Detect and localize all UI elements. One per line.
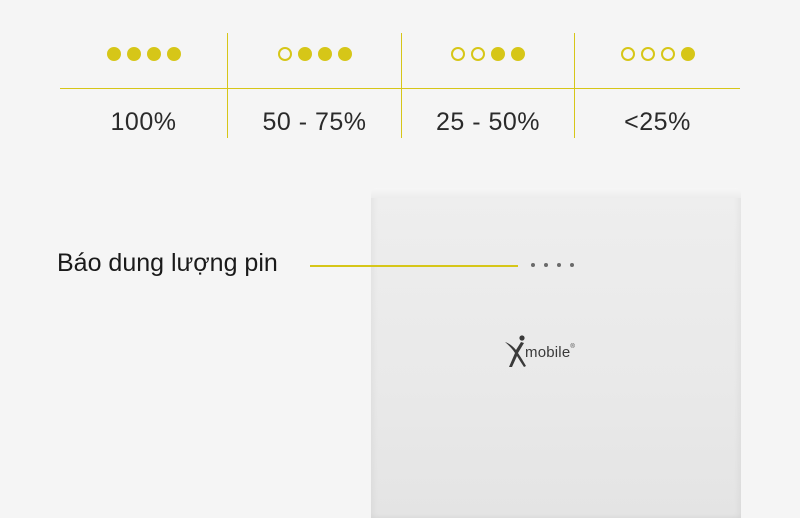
level-label: 25 - 50%	[435, 108, 541, 136]
level-label: 100%	[110, 108, 177, 136]
level-label: <25%	[624, 108, 691, 136]
indicator-dot-filled	[166, 47, 181, 61]
indicator-dots	[60, 47, 227, 61]
indicator-dot-filled	[337, 47, 352, 61]
indicator-led	[531, 263, 535, 267]
indicator-dot-empty	[277, 47, 292, 61]
brand-x-mark-icon	[505, 335, 526, 367]
indicator-dot-filled	[106, 47, 121, 61]
indicator-dots	[402, 47, 574, 61]
indicator-dot-filled	[146, 47, 161, 61]
level-label: 50 - 75%	[262, 108, 367, 136]
indicator-dots	[575, 47, 740, 61]
legend-column-100: 100%	[60, 33, 227, 138]
battery-level-legend: 100% 50 - 75% 25 - 50% <25%	[60, 33, 740, 138]
brand-logo: mobile ®	[503, 334, 575, 368]
callout-line	[310, 265, 518, 267]
indicator-dot-filled	[126, 47, 141, 61]
indicator-dot-empty	[620, 47, 635, 61]
legend-column-under-25: <25%	[575, 33, 740, 138]
device-top-edge	[371, 188, 741, 198]
indicator-dot-empty	[451, 47, 465, 61]
brand-name: mobile	[525, 344, 571, 361]
indicator-dot-empty	[660, 47, 675, 61]
registered-mark: ®	[570, 344, 575, 350]
indicator-dot-empty	[471, 47, 485, 61]
indicator-dots	[228, 47, 401, 61]
indicator-led	[570, 263, 574, 267]
indicator-dot-filled	[511, 47, 525, 61]
indicator-led	[557, 263, 561, 267]
legend-column-25-50: 25 - 50%	[402, 33, 574, 138]
indicator-dot-filled	[317, 47, 332, 61]
legend-column-50-75: 50 - 75%	[228, 33, 401, 138]
battery-indicator-leds	[531, 263, 574, 267]
indicator-dot-filled	[297, 47, 312, 61]
indicator-led	[544, 263, 548, 267]
indicator-dot-filled	[491, 47, 505, 61]
callout-label: Báo dung lượng pin	[57, 249, 278, 277]
indicator-dot-empty	[640, 47, 655, 61]
indicator-dot-filled	[680, 47, 695, 61]
